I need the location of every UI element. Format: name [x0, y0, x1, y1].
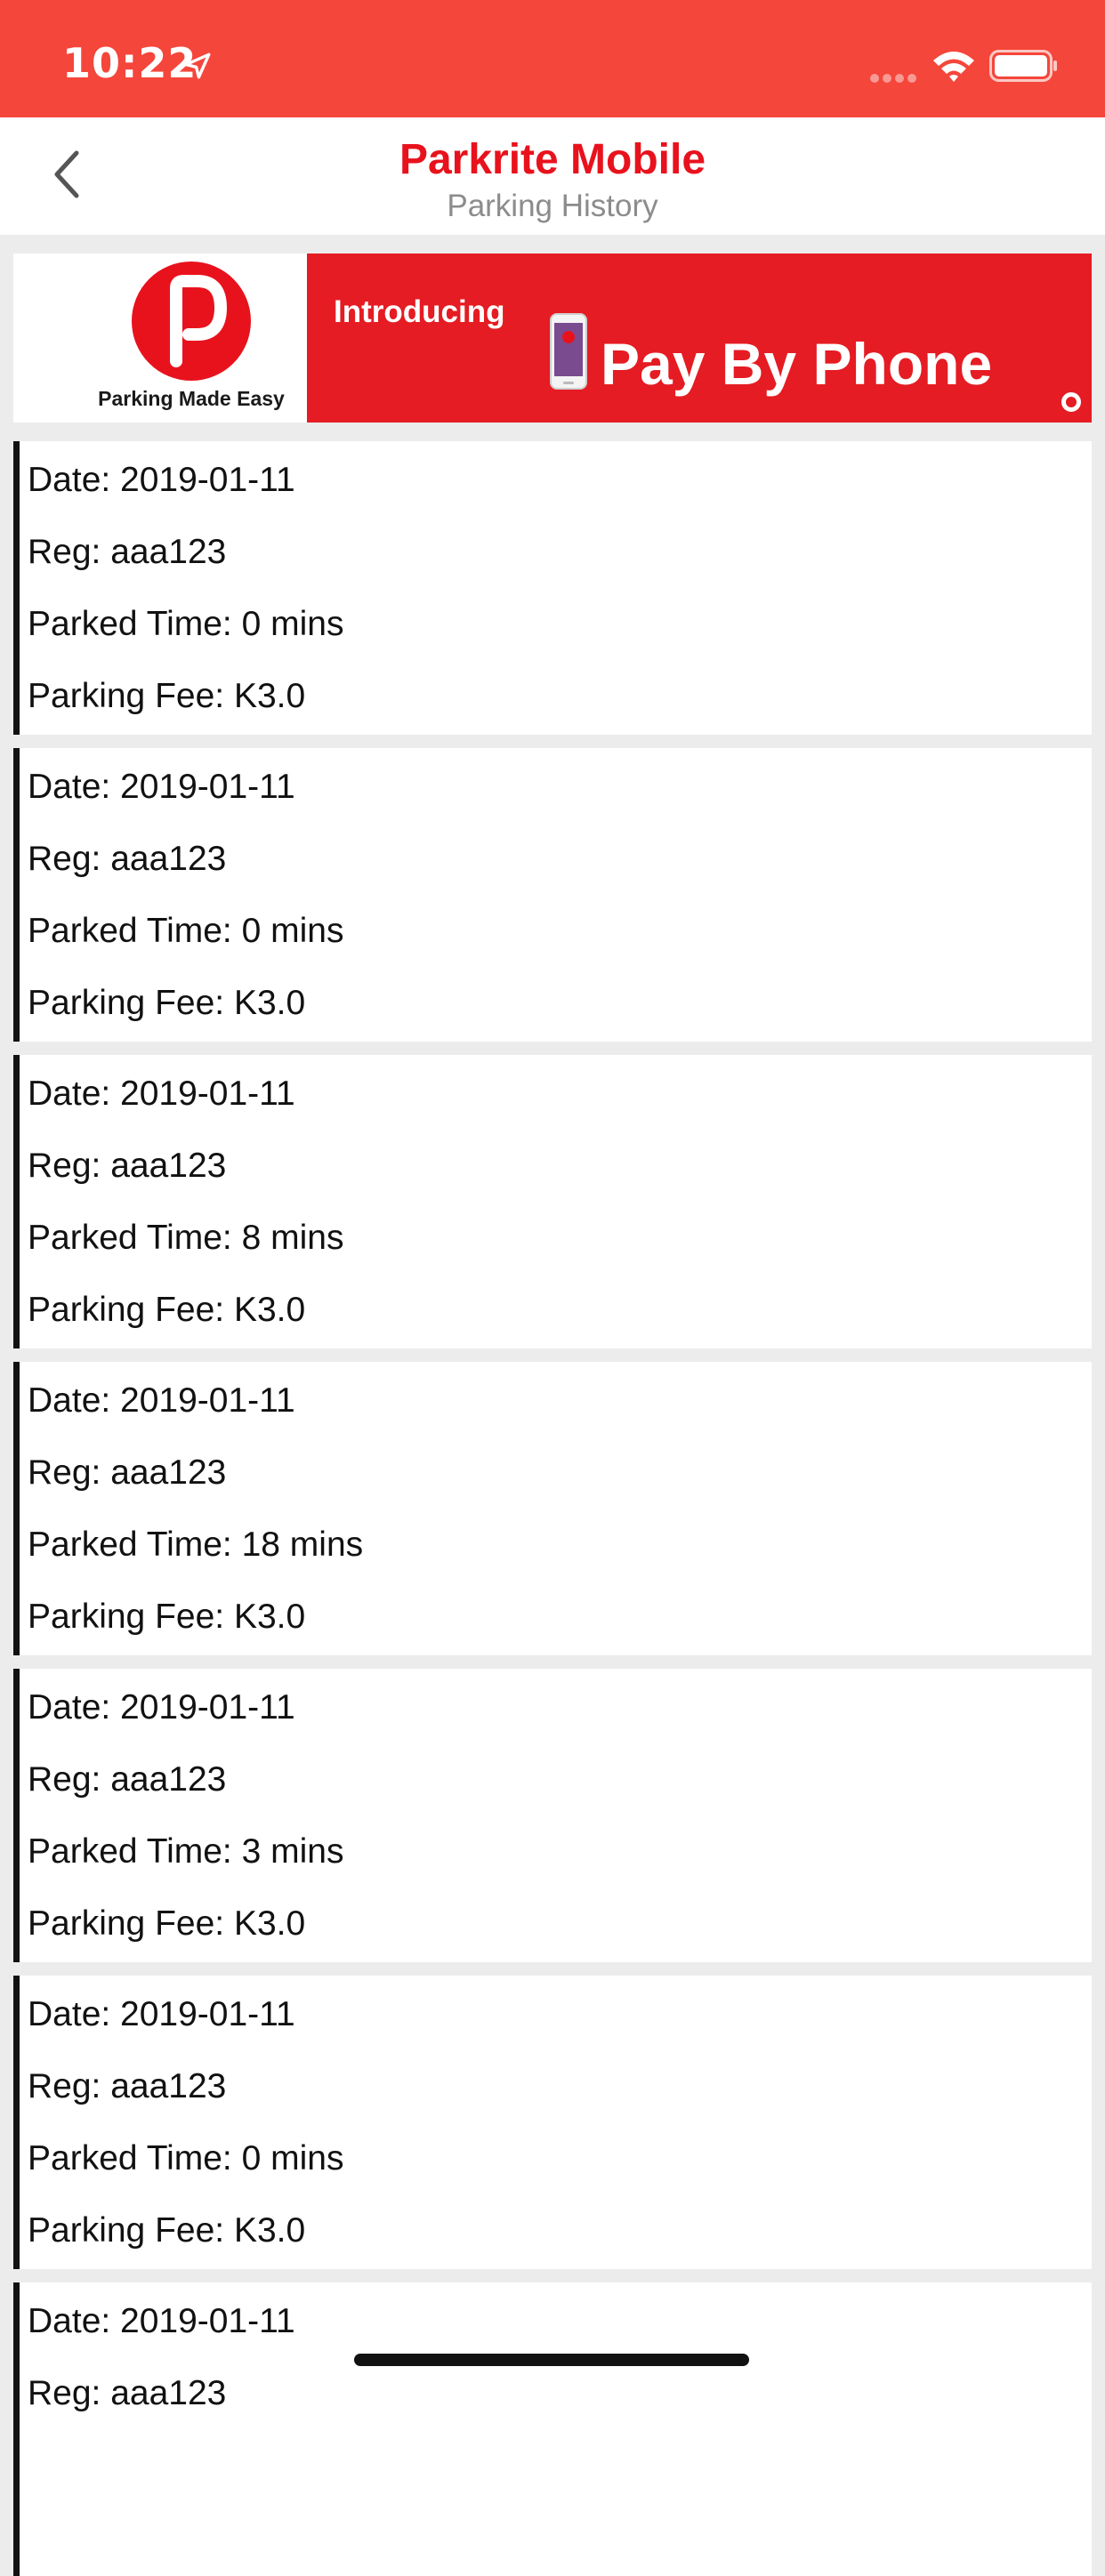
entry-date: Date: 2019-01-11	[28, 1381, 295, 1420]
entry-date: Date: 2019-01-11	[28, 2302, 295, 2340]
location-arrow-icon	[184, 52, 211, 79]
entry-reg: Reg: aaa123	[28, 840, 227, 878]
entry-date: Date: 2019-01-11	[28, 461, 295, 499]
entry-fee: Parking Fee: K3.0	[28, 2211, 306, 2250]
entry-reg: Reg: aaa123	[28, 1760, 227, 1799]
entry-fee: Parking Fee: K3.0	[28, 1904, 306, 1943]
phone-icon	[550, 313, 587, 390]
page-title: Parkrite Mobile	[399, 136, 706, 183]
entry-parked-time: Parked Time: 3 mins	[28, 1832, 344, 1871]
pay-by-phone-banner[interactable]: Parking Made Easy Introducing Pay By Pho…	[13, 254, 1092, 423]
entry-fee: Parking Fee: K3.0	[28, 677, 306, 715]
home-indicator	[354, 2354, 749, 2366]
history-card[interactable]: Date: 2019-01-11 Reg: aaa123 Parked Time: …	[13, 1362, 1092, 1655]
history-card[interactable]: Date: 2019-01-11 Reg: aaa123 Parked Time: …	[13, 1669, 1092, 1962]
entry-reg: Reg: aaa123	[28, 1453, 227, 1492]
entry-fee: Parking Fee: K3.0	[28, 1291, 306, 1329]
entry-fee: Parking Fee: K3.0	[28, 984, 306, 1022]
history-card[interactable]: Date: 2019-01-11 Reg: aaa123 Parked Time: …	[13, 748, 1092, 1042]
battery-icon	[989, 50, 1057, 82]
history-card[interactable]: Date: 2019-01-11 Reg: aaa123 Parked Time: …	[13, 1976, 1092, 2269]
history-card[interactable]: Date: 2019-01-11 Reg: aaa123 Parked Time: …	[13, 441, 1092, 735]
entry-date: Date: 2019-01-11	[28, 1075, 295, 1113]
banner-promo-area: Introducing Pay By Phone	[307, 254, 1092, 423]
entry-parked-time: Parked Time: 0 mins	[28, 2139, 344, 2178]
entry-reg: Reg: aaa123	[28, 2374, 227, 2412]
entry-reg: Reg: aaa123	[28, 1147, 227, 1185]
entry-date: Date: 2019-01-11	[28, 1995, 295, 2033]
entry-reg: Reg: aaa123	[28, 533, 227, 571]
entry-date: Date: 2019-01-11	[28, 1688, 295, 1727]
signal-icon	[870, 71, 920, 87]
entry-parked-time: Parked Time: 18 mins	[28, 1525, 364, 1564]
banner-logo-area: Parking Made Easy	[13, 254, 307, 423]
entry-parked-time: Parked Time: 8 mins	[28, 1219, 344, 1257]
history-card[interactable]: Date: 2019-01-11 Reg: aaa123 Parked Time: …	[13, 1055, 1092, 1348]
entry-fee: Parking Fee: K3.0	[28, 1598, 306, 1636]
entry-date: Date: 2019-01-11	[28, 768, 295, 806]
status-time: 10:22	[62, 39, 198, 87]
entry-parked-time: Parked Time: 0 mins	[28, 605, 344, 643]
parking-p-icon	[170, 275, 228, 367]
history-card[interactable]: Date: 2019-01-11 Reg: aaa123	[13, 2282, 1092, 2576]
entry-parked-time: Parked Time: 0 mins	[28, 912, 344, 950]
wifi-icon	[933, 52, 974, 82]
banner-indicator-dot	[1061, 392, 1081, 412]
banner-intro: Introducing	[334, 294, 505, 329]
page-subtitle: Parking History	[447, 189, 658, 223]
entry-reg: Reg: aaa123	[28, 2067, 227, 2105]
status-bar: 10:22	[0, 0, 1105, 117]
parkrite-logo	[132, 262, 251, 381]
banner-headline: Pay By Phone	[601, 331, 993, 397]
